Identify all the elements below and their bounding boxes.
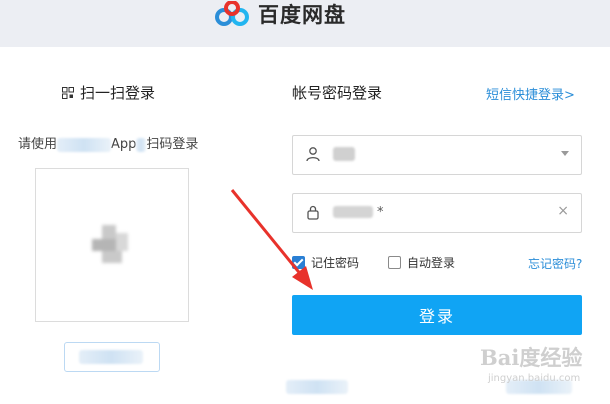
sms-login-link[interactable]: 短信快捷登录>: [486, 84, 575, 103]
username-value: [333, 147, 355, 161]
user-icon: [306, 147, 320, 162]
login-button[interactable]: 登录: [292, 295, 582, 335]
logo-text: 百度网盘: [258, 3, 346, 27]
qr-code-icon: [62, 86, 74, 99]
qr-hint: 请使用 App 扫码登录: [18, 137, 199, 152]
checkbox-checked-icon: [292, 256, 305, 269]
header-bar: 百度网盘: [0, 0, 610, 47]
remember-password-checkbox[interactable]: 记住密码: [292, 254, 359, 271]
qr-login-title: 扫一扫登录: [62, 82, 155, 103]
password-field[interactable]: * ×: [292, 193, 582, 233]
lock-icon: [307, 205, 319, 220]
baidu-netdisk-logo: 百度网盘: [214, 0, 346, 28]
blurred-app-name: [57, 137, 112, 152]
username-field[interactable]: [292, 135, 582, 175]
cloud-logo-icon: [215, 1, 249, 26]
watermark-url: jingyan.baidu.com: [488, 373, 581, 384]
account-dropdown-icon[interactable]: [561, 151, 569, 156]
clear-icon[interactable]: ×: [557, 203, 569, 219]
forgot-password-link[interactable]: 忘记密码?: [528, 255, 582, 272]
footer-link-blurred[interactable]: [286, 380, 348, 394]
watermark-brand: Bai度经验: [480, 345, 583, 370]
qr-code-image: [92, 225, 136, 265]
checkbox-unchecked-icon: [388, 256, 401, 269]
password-value: *: [377, 205, 384, 220]
download-app-button[interactable]: [64, 342, 160, 372]
qr-title-text: 扫一扫登录: [80, 84, 156, 102]
qr-code-box: [35, 168, 189, 322]
auto-login-checkbox[interactable]: 自动登录: [388, 254, 455, 271]
account-login-title: 帐号密码登录: [292, 84, 383, 102]
